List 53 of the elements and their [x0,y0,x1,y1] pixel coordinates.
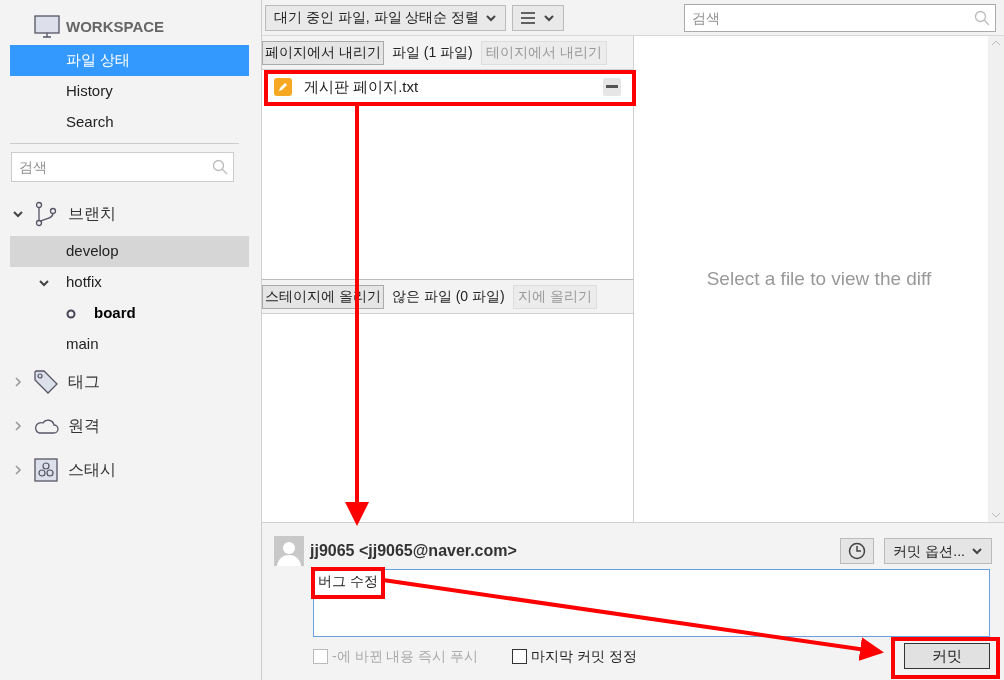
branch-name: main [66,334,99,355]
list-title: 파일 (1 파일) [391,43,473,62]
view-menu-button[interactable] [512,4,565,31]
author-label: jj9065 <jj9065@naver.com> [310,541,518,561]
branch-name: develop [66,241,119,262]
branch-row[interactable]: main [10,329,249,360]
monitor-icon [34,15,60,39]
search-icon [212,159,228,175]
section-header[interactable]: 태그 [68,370,100,394]
collapse-icon[interactable] [12,208,24,220]
tag-icon [32,369,60,395]
cloud-icon [32,416,60,436]
stash-icon [32,458,60,482]
commit-button[interactable]: 커밋 [904,643,990,669]
section-header[interactable]: 원격 [68,414,100,438]
branch-row[interactable]: develop [10,236,249,267]
expand-icon[interactable] [12,420,24,432]
avatar-icon [274,536,304,566]
unstage-button[interactable]: 페이지에서 내리기 [262,40,384,65]
filter-dropdown[interactable]: 대기 중인 파일, 파일 상태순 정렬 [265,4,507,31]
section-header[interactable]: 브랜치 [68,202,116,226]
history-button[interactable] [840,538,875,564]
checkbox[interactable]: 마지막 커밋 정정 [512,645,637,667]
menu-icon [521,11,536,24]
scrollbar[interactable] [988,36,1004,522]
scroll-up-icon[interactable] [991,40,1001,46]
branch-name: hotfix [66,272,102,293]
branch-name: board [94,303,136,324]
search-icon [974,9,990,26]
section-header[interactable]: 스태시 [68,458,116,482]
expand-icon[interactable] [12,464,24,476]
pencil-icon [274,78,292,96]
commit-message-field[interactable]: 버그 수정 [313,569,990,637]
file-name: 게시판 페이지.txt [304,76,419,97]
search-field[interactable]: 검색 [11,152,234,182]
empty-message: Select a file to view the diff [706,266,932,291]
branch-row[interactable]: hotfix [10,267,249,298]
list-title: 않은 파일 (0 파일) [391,287,505,306]
checkbox: -에 바뀐 내용 즉시 푸시 [313,645,479,667]
expand-icon[interactable] [12,376,24,388]
file-row[interactable]: 게시판 페이지.txt [262,72,633,102]
chevron-down-icon [971,545,983,557]
branch-row[interactable]: board [10,298,249,329]
clock-icon [848,542,867,560]
sidebar-item[interactable]: Search [10,107,249,138]
minus-icon[interactable] [603,78,621,96]
search-field[interactable]: 검색 [684,3,996,32]
chevron-down-icon [12,208,24,220]
section-title: WORKSPACE [66,16,165,37]
current-branch-icon [66,308,76,319]
sidebar-item[interactable]: History [10,76,249,107]
commit-options-dropdown[interactable]: 커밋 옵션... [884,538,992,564]
scroll-down-icon[interactable] [991,512,1001,518]
